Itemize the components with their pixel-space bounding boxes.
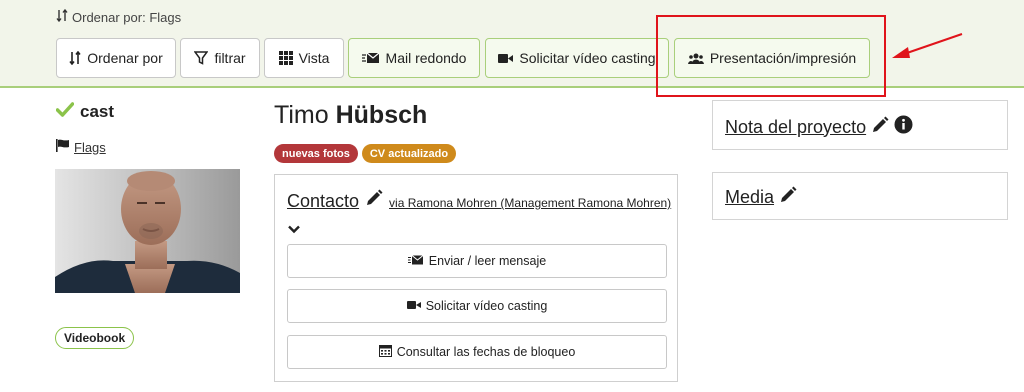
annotation-highlight-box (656, 15, 886, 97)
sort-icon (56, 8, 68, 25)
annotation-arrow-icon (888, 28, 968, 73)
video-camera-icon (406, 299, 421, 313)
sort-status-label: Ordenar por: Flags (72, 9, 182, 25)
info-icon[interactable] (894, 115, 913, 139)
grid-icon (278, 51, 293, 65)
contact-request-video-casting-label: Solicitar vídeo casting (425, 299, 548, 313)
badge-row: nuevas fotos CV actualizado (274, 144, 457, 163)
project-note-header: Nota del proyecto (725, 115, 913, 139)
send-read-message-label: Enviar / leer mensaje (428, 254, 547, 268)
flags-link[interactable]: Flags (56, 139, 106, 155)
mail-round-label: Mail redondo (385, 50, 467, 66)
media-title[interactable]: Media (725, 187, 774, 208)
sort-button[interactable]: Ordenar por (56, 38, 176, 78)
videobook-button[interactable]: Videobook (55, 327, 135, 349)
flags-link-label: Flags (74, 139, 106, 155)
contact-panel: Contacto via Ramona Mohren (Management R… (274, 174, 678, 382)
pencil-icon[interactable] (871, 116, 889, 139)
last-name: Hübsch (335, 101, 428, 129)
check-icon (55, 102, 75, 122)
contact-request-video-casting-button[interactable]: Solicitar vídeo casting (287, 289, 667, 323)
request-video-casting-label: Solicitar vídeo casting (519, 50, 656, 66)
sort-button-label: Ordenar por (87, 50, 163, 66)
check-blocking-dates-button[interactable]: Consultar las fechas de bloqueo (287, 335, 667, 369)
contact-header: Contacto via Ramona Mohren (Management R… (287, 189, 671, 212)
profile-photo[interactable] (55, 169, 240, 293)
cast-status: cast (55, 102, 115, 122)
pencil-icon[interactable] (779, 186, 797, 209)
chevron-down-icon[interactable] (288, 221, 300, 239)
sort-icon (69, 51, 81, 65)
pencil-icon[interactable] (365, 189, 383, 212)
mail-icon (407, 254, 424, 268)
send-read-message-button[interactable]: Enviar / leer mensaje (287, 244, 667, 278)
talent-name: Timo Hübsch (274, 101, 427, 130)
project-note-title[interactable]: Nota del proyecto (725, 117, 866, 138)
mail-round-button[interactable]: Mail redondo (348, 38, 480, 78)
flag-icon (56, 139, 70, 155)
cast-status-label: cast (80, 102, 115, 121)
contact-via-link[interactable]: via Ramona Mohren (Management Ramona Moh… (389, 196, 671, 210)
media-panel: Media (712, 172, 1008, 220)
view-button-label: Vista (298, 50, 330, 66)
filter-icon (194, 51, 209, 65)
first-name: Timo (274, 101, 329, 129)
request-video-casting-button[interactable]: Solicitar vídeo casting (485, 38, 669, 78)
check-blocking-dates-label: Consultar las fechas de bloqueo (396, 345, 576, 359)
media-header: Media (725, 186, 797, 209)
badge-new-photos: nuevas fotos (274, 144, 358, 163)
sort-status: Ordenar por: Flags (56, 8, 182, 25)
badge-cv-updated: CV actualizado (361, 144, 457, 163)
filter-button-label: filtrar (214, 50, 246, 66)
view-button[interactable]: Vista (264, 38, 344, 78)
filter-button[interactable]: filtrar (180, 38, 260, 78)
contact-title[interactable]: Contacto (287, 191, 359, 212)
video-camera-icon (498, 53, 514, 64)
project-note-panel: Nota del proyecto (712, 100, 1008, 150)
mail-icon (361, 52, 380, 64)
calendar-icon (378, 344, 392, 360)
